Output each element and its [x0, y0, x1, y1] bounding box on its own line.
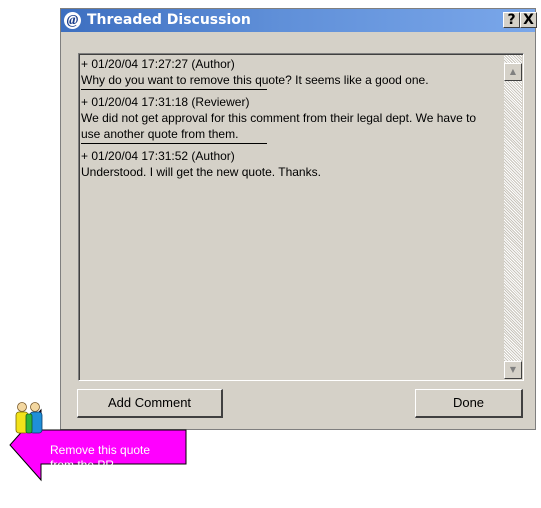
annotation-text: Remove this quote from the PR: [50, 443, 190, 473]
annotation-line: from the PR: [50, 458, 115, 472]
scroll-up-arrow-icon[interactable]: ▲: [504, 63, 522, 81]
thread-entry: + 01/20/04 17:31:52 (Author) Understood.…: [81, 148, 497, 180]
thread-entry: + 01/20/04 17:27:27 (Author) Why do you …: [81, 56, 497, 88]
thread-content: + 01/20/04 17:27:27 (Author) Why do you …: [81, 56, 497, 378]
entry-separator: [81, 143, 267, 144]
vertical-scrollbar[interactable]: ▲ ▼: [504, 55, 522, 379]
app-logo-icon: @: [64, 12, 81, 29]
annotation-line: Remove this quote: [50, 443, 151, 457]
help-button[interactable]: ?: [503, 12, 520, 28]
thread-entry: + 01/20/04 17:31:18 (Reviewer) We did no…: [81, 94, 497, 142]
entry-text: Understood. I will get the new quote. Th…: [81, 165, 321, 179]
threaded-discussion-dialog: @ Threaded Discussion ? X + 01/20/04 17:…: [60, 8, 537, 430]
entry-text: Why do you want to remove this quote? It…: [81, 73, 429, 87]
entry-header: + 01/20/04 17:31:18 (Reviewer): [81, 95, 250, 109]
close-button[interactable]: X: [520, 12, 537, 28]
discussion-thread-panel[interactable]: + 01/20/04 17:27:27 (Author) Why do you …: [78, 53, 524, 381]
people-icon: [15, 402, 43, 434]
entry-header: + 01/20/04 17:27:27 (Author): [81, 57, 235, 71]
title-bar[interactable]: @ Threaded Discussion ? X: [61, 9, 537, 32]
window-title: Threaded Discussion: [87, 12, 251, 28]
entry-header: + 01/20/04 17:31:52 (Author): [81, 149, 235, 163]
scroll-down-arrow-icon[interactable]: ▼: [504, 361, 522, 379]
entry-text: We did not get approval for this comment…: [81, 111, 477, 141]
done-button[interactable]: Done: [415, 389, 523, 418]
entry-separator: [81, 89, 267, 90]
